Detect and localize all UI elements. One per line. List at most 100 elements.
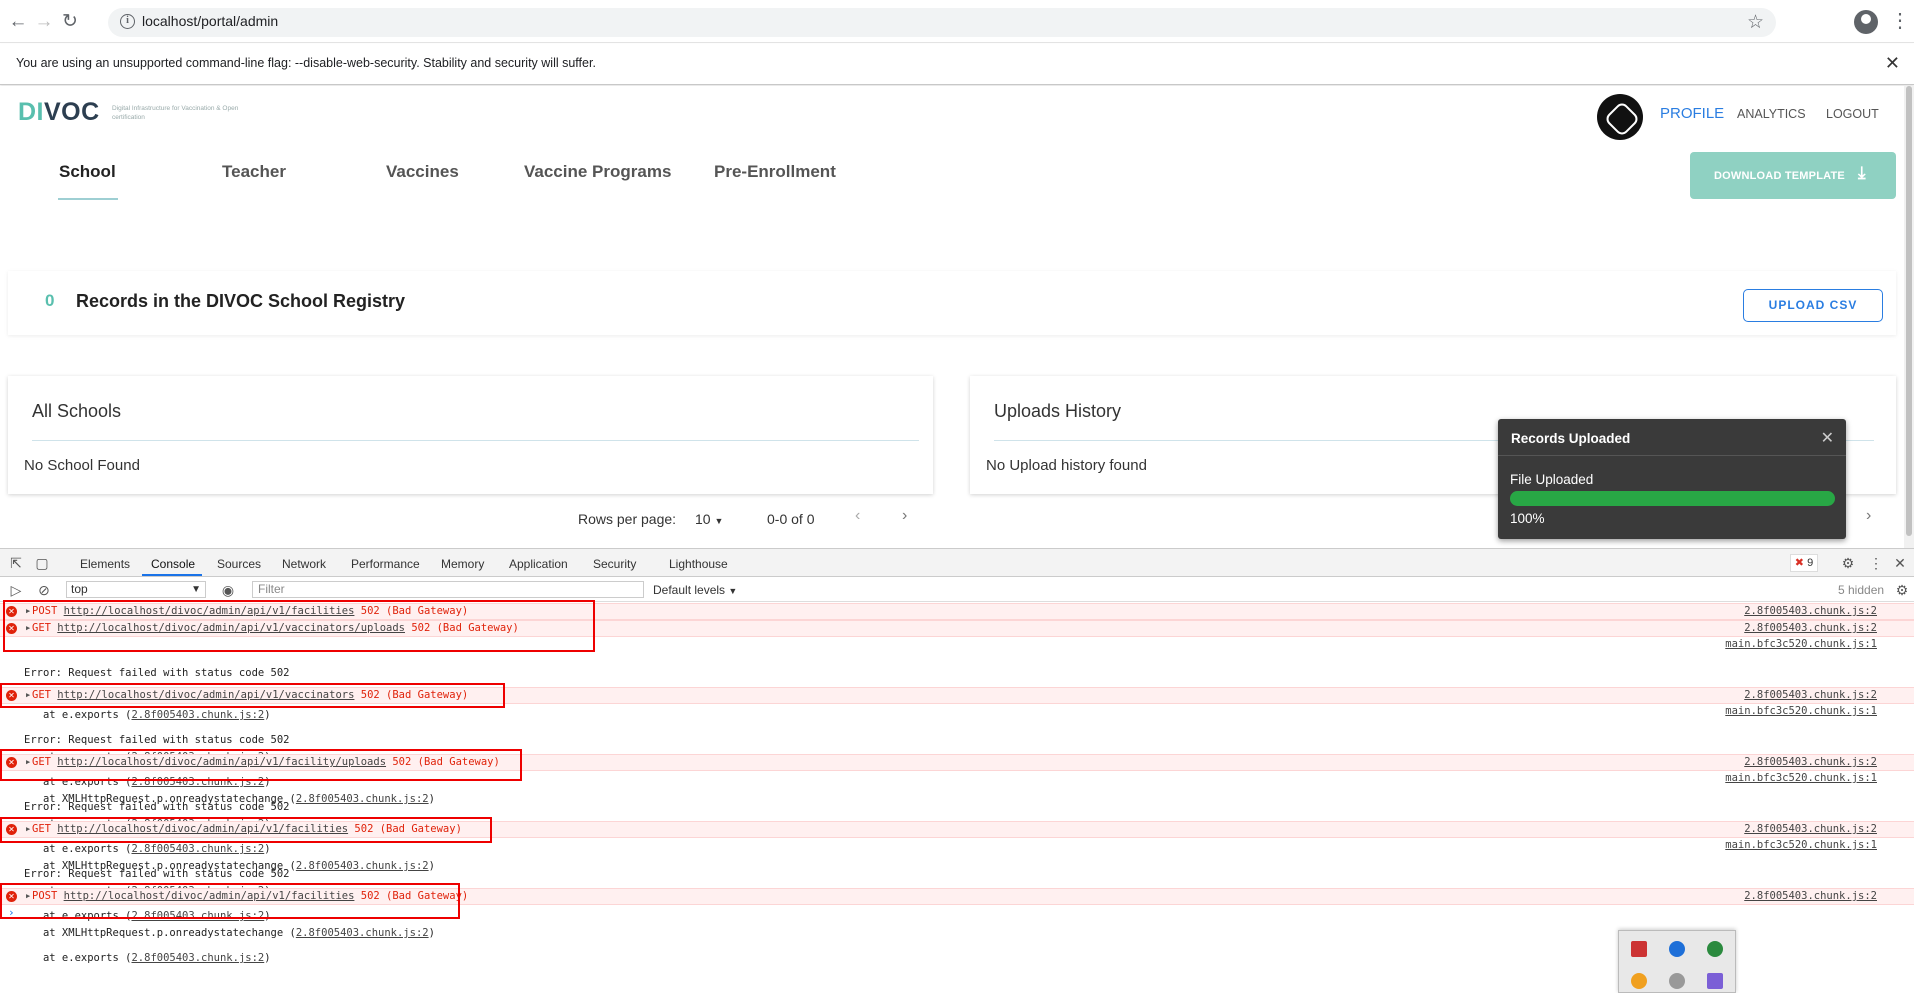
divoc-logo: DIVOC Digital Infrastructure for Vaccina… bbox=[18, 98, 238, 127]
nav-analytics[interactable]: ANALYTICS bbox=[1737, 107, 1806, 121]
logo-voc: VOC bbox=[44, 98, 100, 126]
prev-page-icon[interactable]: ‹ bbox=[855, 507, 860, 525]
error-icon: ✖ bbox=[1794, 557, 1805, 569]
devtools-tab-performance[interactable]: Performance bbox=[351, 557, 420, 571]
source-link[interactable]: main.bfc3c520.chunk.js:1 bbox=[1725, 839, 1877, 851]
records-count: 0 bbox=[45, 291, 55, 310]
devtools-tab-network[interactable]: Network bbox=[282, 557, 326, 571]
close-icon[interactable]: ✕ bbox=[1885, 53, 1900, 74]
devtools-tab-memory[interactable]: Memory bbox=[441, 557, 484, 571]
source-link[interactable]: main.bfc3c520.chunk.js:1 bbox=[1725, 705, 1877, 717]
nav-logout[interactable]: LOGOUT bbox=[1826, 107, 1879, 121]
avatar[interactable] bbox=[1597, 94, 1643, 140]
inspect-element-icon[interactable]: ⇱ bbox=[8, 555, 24, 571]
log-levels-dropdown[interactable]: Default levels ▼ bbox=[653, 583, 737, 597]
next-page-icon[interactable]: › bbox=[902, 507, 907, 525]
toast-header: Records Uploaded ✕ bbox=[1498, 419, 1846, 456]
pen-icon[interactable] bbox=[1707, 973, 1723, 989]
site-info-icon[interactable]: i bbox=[120, 14, 135, 29]
rows-per-page-label: Rows per page: bbox=[578, 511, 677, 527]
sidebar-toggle-icon[interactable]: ▷ bbox=[8, 582, 24, 598]
clear-console-icon[interactable]: ⊘ bbox=[36, 582, 52, 598]
divider bbox=[32, 440, 919, 441]
teamviewer-icon[interactable] bbox=[1669, 941, 1685, 957]
highlight-box bbox=[3, 600, 595, 652]
next-page-icon[interactable]: › bbox=[1866, 507, 1871, 525]
system-tray-popup bbox=[1618, 930, 1736, 993]
upload-toast: Records Uploaded ✕ File Uploaded 100% bbox=[1498, 419, 1846, 539]
highlight-box bbox=[0, 683, 505, 708]
reload-icon[interactable]: ↻ bbox=[58, 10, 82, 34]
all-schools-panel: All Schools No School Found bbox=[8, 376, 933, 494]
progress-fill bbox=[1510, 491, 1835, 506]
page-scrollbar-thumb[interactable] bbox=[1906, 86, 1912, 536]
stack-frame-link[interactable]: 2.8f005403.chunk.js:2 bbox=[131, 952, 264, 964]
address-bar[interactable]: i localhost/portal/admin ☆ bbox=[108, 8, 1776, 37]
devtools-tab-elements[interactable]: Elements bbox=[80, 557, 130, 571]
update-icon[interactable] bbox=[1631, 973, 1647, 989]
source-link[interactable]: main.bfc3c520.chunk.js:1 bbox=[1725, 772, 1877, 784]
devtools-tab-application[interactable]: Application bbox=[509, 557, 568, 571]
error-count: 9 bbox=[1807, 557, 1814, 569]
devtools-tab-console[interactable]: Console bbox=[151, 557, 195, 571]
toast-percent: 100% bbox=[1510, 511, 1545, 526]
settings-gear-icon[interactable]: ⚙ bbox=[1840, 555, 1856, 571]
source-link[interactable]: 2.8f005403.chunk.js:2 bbox=[1744, 621, 1877, 636]
network-globe-icon[interactable] bbox=[1707, 941, 1723, 957]
download-template-button[interactable]: DOWNLOAD TEMPLATE ⤓ bbox=[1690, 152, 1896, 199]
caret-down-icon: ▼ bbox=[191, 584, 201, 595]
bookmark-star-icon[interactable]: ☆ bbox=[1747, 11, 1764, 34]
browser-menu-icon[interactable]: ⋮ bbox=[1890, 10, 1910, 32]
live-expression-eye-icon[interactable]: ◉ bbox=[220, 582, 236, 598]
rows-per-page-select[interactable]: 10 ▼ bbox=[695, 511, 723, 527]
source-link[interactable]: main.bfc3c520.chunk.js:1 bbox=[1725, 638, 1877, 650]
logo-tagline: Digital Infrastructure for Vaccination &… bbox=[112, 105, 239, 121]
highlight-box bbox=[0, 883, 460, 919]
devtools-tab-sources[interactable]: Sources bbox=[217, 557, 261, 571]
highlight-box bbox=[0, 817, 492, 843]
nav-profile[interactable]: PROFILE bbox=[1660, 105, 1724, 122]
usb-icon[interactable] bbox=[1669, 973, 1685, 989]
device-toolbar-icon[interactable]: ▢ bbox=[34, 555, 50, 571]
caret-down-icon: ▼ bbox=[714, 516, 724, 526]
context-value: top bbox=[71, 582, 88, 596]
context-select[interactable]: top ▼ bbox=[66, 581, 206, 598]
devtools-tabbar: ⇱ ▢ Elements Console Sources Network Per… bbox=[0, 549, 1914, 577]
source-link[interactable]: 2.8f005403.chunk.js:2 bbox=[1744, 755, 1877, 770]
panel-title: All Schools bbox=[32, 401, 122, 421]
devtools-menu-icon[interactable]: ⋮ bbox=[1868, 555, 1884, 571]
close-icon[interactable]: ✕ bbox=[1892, 555, 1908, 571]
tab-teacher[interactable]: Teacher bbox=[222, 162, 286, 182]
devtools-tab-security[interactable]: Security bbox=[593, 557, 636, 571]
source-link[interactable]: 2.8f005403.chunk.js:2 bbox=[1744, 889, 1877, 904]
error-text: Error: Request failed with status code 5… bbox=[24, 734, 290, 746]
source-link[interactable]: 2.8f005403.chunk.js:2 bbox=[1744, 688, 1877, 703]
toast-file-label: File Uploaded bbox=[1510, 472, 1594, 487]
forward-icon[interactable]: → bbox=[32, 10, 56, 34]
tab-vaccine-programs[interactable]: Vaccine Programs bbox=[524, 162, 671, 182]
caret-down-icon: ▼ bbox=[728, 586, 738, 596]
panel-title: Uploads History bbox=[994, 401, 1122, 421]
records-title: Records in the DIVOC School Registry bbox=[76, 291, 406, 311]
tab-vaccines[interactable]: Vaccines bbox=[386, 162, 459, 182]
tab-pre-enrollment[interactable]: Pre-Enrollment bbox=[714, 162, 836, 182]
toast-title: Records Uploaded bbox=[1511, 431, 1631, 446]
source-link[interactable]: 2.8f005403.chunk.js:2 bbox=[1744, 604, 1877, 619]
console-filter-input[interactable]: Filter bbox=[252, 581, 644, 598]
upload-csv-button[interactable]: UPLOAD CSV bbox=[1743, 289, 1883, 322]
back-icon[interactable]: ← bbox=[6, 10, 30, 34]
close-icon[interactable]: ✕ bbox=[1821, 428, 1834, 448]
browser-toolbar: ← → ↻ i localhost/portal/admin ☆ ⋮ bbox=[0, 0, 1914, 43]
error-count-badge[interactable]: ✖ 9 bbox=[1790, 554, 1818, 572]
console-filter-bar: ▷ ⊘ top ▼ ◉ Filter Default levels ▼ 5 hid… bbox=[0, 578, 1914, 602]
stack-frame-text: at e.exports ( bbox=[42, 952, 132, 964]
devtools-tab-lighthouse[interactable]: Lighthouse bbox=[669, 557, 728, 571]
console-settings-gear-icon[interactable]: ⚙ bbox=[1894, 582, 1910, 598]
account-icon[interactable] bbox=[1854, 10, 1878, 34]
warning-infobar: You are using an unsupported command-lin… bbox=[0, 44, 1914, 85]
tab-school[interactable]: School bbox=[59, 162, 116, 182]
devtools-panel: ⇱ ▢ Elements Console Sources Network Per… bbox=[0, 548, 1914, 993]
active-tab-indicator bbox=[58, 198, 118, 200]
source-link[interactable]: 2.8f005403.chunk.js:2 bbox=[1744, 822, 1877, 837]
shield-icon[interactable] bbox=[1631, 941, 1647, 957]
